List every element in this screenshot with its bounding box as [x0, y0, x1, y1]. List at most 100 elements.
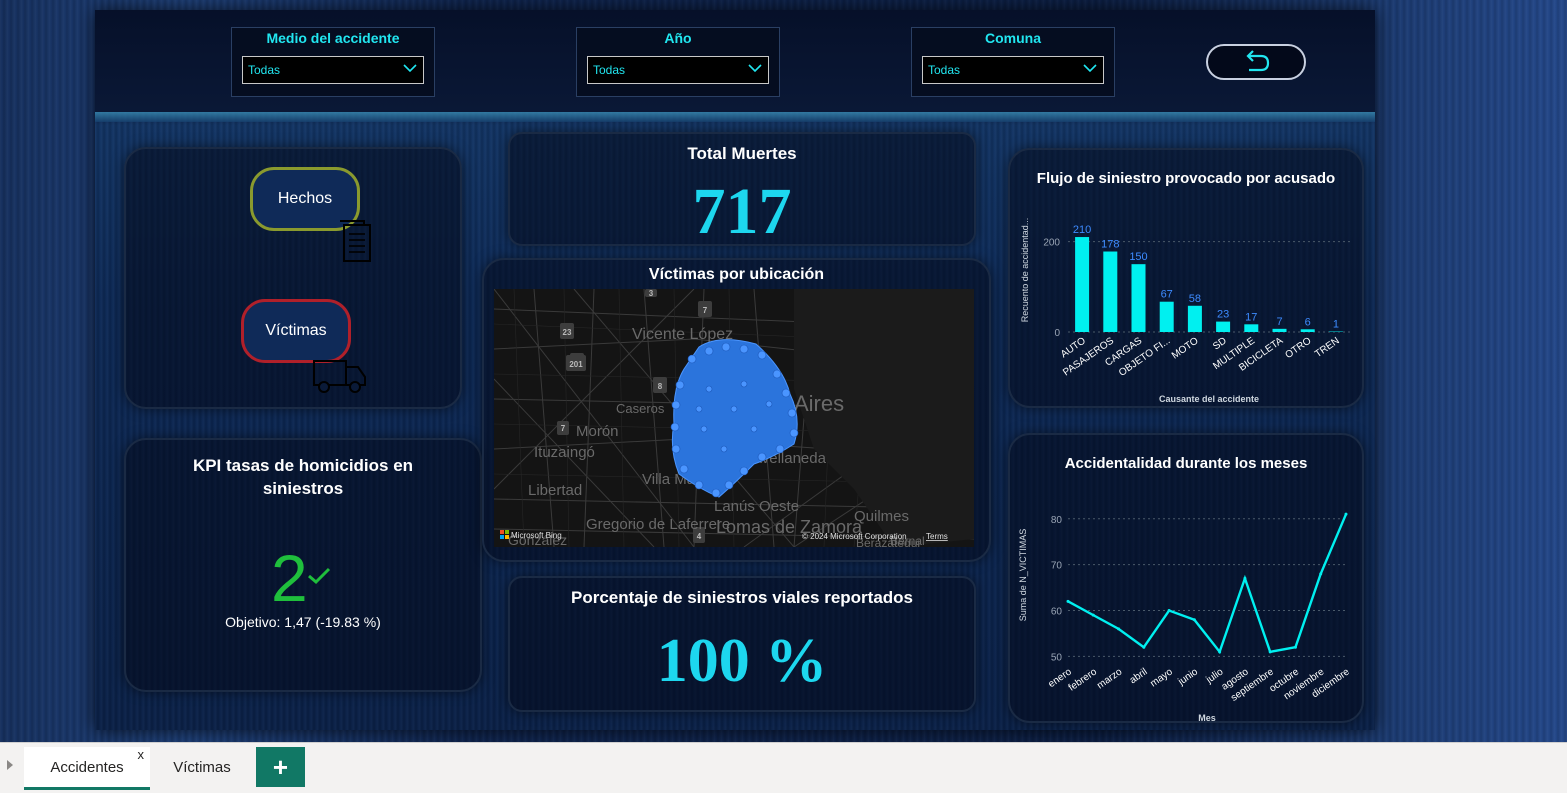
map-copyright: © 2024 Microsoft Corporation — [802, 532, 907, 541]
slicer-medio-accidente: Medio del accidente Todas — [231, 27, 435, 97]
map-terms-link[interactable]: Terms — [926, 532, 948, 541]
check-icon — [306, 566, 332, 586]
ambulance-icon — [310, 355, 368, 395]
route-badge: 23 — [563, 328, 572, 337]
data-point — [1067, 600, 1070, 603]
slicer-dropdown[interactable]: Todas — [242, 56, 424, 84]
data-point — [1294, 646, 1297, 649]
close-tab-icon[interactable]: x — [138, 747, 145, 762]
bar-data-label: 7 — [1276, 316, 1282, 328]
data-point — [1269, 650, 1272, 653]
x-tick-label: febrero — [1067, 666, 1100, 693]
porcentaje-title: Porcentaje de siniestros viales reportad… — [510, 588, 974, 608]
route-badge: 4 — [697, 532, 702, 541]
bar — [1075, 237, 1089, 332]
map-label: Aires — [794, 391, 844, 416]
line-chart[interactable]: 50607080enerofebreromarzoabrilmayojunioj… — [1010, 435, 1362, 721]
bar-data-label: 150 — [1129, 251, 1147, 263]
slicer-value: Todas — [248, 63, 280, 77]
document-icon — [338, 219, 374, 265]
chevron-down-icon — [747, 60, 763, 76]
x-tick-label: OTRO — [1283, 335, 1313, 361]
kpi-value: 2 — [271, 540, 308, 616]
bar-chart[interactable]: 0200210AUTO178PASAJEROS150CARGAS67OBJETO… — [1010, 150, 1362, 406]
slicer-dropdown[interactable]: Todas — [922, 56, 1104, 84]
bar-chart-card: Flujo de siniestro provocado por acusado… — [1008, 148, 1364, 408]
victims-map[interactable]: 3 7 23 201 8 7 4 Vicente López Aires Cas… — [494, 289, 974, 547]
route-badge: 201 — [569, 360, 583, 369]
scroll-left-icon[interactable] — [6, 759, 14, 771]
back-button[interactable] — [1206, 44, 1306, 80]
route-badge: 7 — [561, 424, 566, 433]
total-muertes-value: 717 — [510, 174, 974, 250]
data-point — [1345, 513, 1348, 516]
map-label: Gregorio de Laferrere — [586, 516, 730, 533]
map-title: Víctimas por ubicación — [484, 266, 989, 284]
kpi-target: Objetivo: 1,47 (-19.83 %) — [126, 614, 480, 630]
slicer-value: Todas — [928, 63, 960, 77]
line-chart-card: Accidentalidad durante los meses 5060708… — [1008, 433, 1364, 723]
back-arrow-icon — [1208, 46, 1304, 78]
bar — [1103, 252, 1117, 332]
slicer-title: Comuna — [912, 30, 1114, 46]
kpi-homicidios-card: KPI tasas de homicidios en siniestros 2 … — [124, 438, 482, 692]
bar-data-label: 17 — [1245, 311, 1257, 323]
slicer-title: Medio del accidente — [232, 30, 434, 46]
map-label: Libertad — [528, 482, 582, 499]
y-tick-label: 80 — [1051, 515, 1063, 526]
chevron-down-icon — [402, 60, 418, 76]
map-label: Ituzaingó — [534, 444, 595, 461]
bar-data-label: 210 — [1073, 224, 1091, 236]
map-brand: Microsoft Bing — [511, 531, 562, 540]
map-label: Caseros — [616, 401, 665, 416]
bar-data-label: 23 — [1217, 309, 1229, 321]
bar — [1132, 264, 1146, 332]
y-tick-label: 50 — [1051, 652, 1063, 663]
bar — [1188, 306, 1202, 332]
data-point — [1168, 609, 1171, 612]
data-point — [1092, 614, 1095, 617]
series-line — [1068, 514, 1346, 652]
tab-label: Víctimas — [173, 759, 231, 776]
x-tick-label: MOTO — [1170, 335, 1201, 361]
bar — [1216, 322, 1230, 332]
y-tick-label: 60 — [1051, 607, 1063, 618]
y-axis-title: Suma de N_VICTIMAS — [1018, 529, 1028, 622]
slicer-value: Todas — [593, 63, 625, 77]
data-point — [1193, 618, 1196, 621]
x-tick-label: marzo — [1095, 666, 1124, 691]
add-page-button[interactable]: + — [256, 747, 305, 787]
bar — [1244, 324, 1258, 332]
filter-bar-divider — [95, 112, 1375, 122]
map-label: Quilmes — [854, 508, 909, 525]
total-muertes-title: Total Muertes — [510, 144, 974, 164]
x-axis-title: Mes — [1198, 713, 1216, 721]
x-tick-label: TREN — [1313, 335, 1342, 360]
bar — [1273, 329, 1287, 332]
x-tick-label: abril — [1128, 666, 1150, 686]
tab-victimas[interactable]: Víctimas — [150, 747, 254, 787]
bar-data-label: 1 — [1333, 319, 1339, 331]
bar-data-label: 67 — [1161, 289, 1173, 301]
y-axis-title: Recuento de accidentad... — [1020, 218, 1030, 323]
porcentaje-card: Porcentaje de siniestros viales reportad… — [508, 576, 976, 712]
total-muertes-card: Total Muertes 717 — [508, 132, 976, 246]
slicer-comuna: Comuna Todas — [911, 27, 1115, 97]
y-tick-label: 200 — [1043, 238, 1060, 249]
hechos-label: Hechos — [278, 190, 332, 208]
tab-label: Accidentes — [50, 759, 123, 776]
slicer-title: Año — [577, 30, 779, 46]
data-point — [1218, 650, 1221, 653]
navigation-card: Hechos Víctimas — [124, 147, 462, 409]
x-tick-label: SD — [1211, 335, 1229, 352]
slicer-anio: Año Todas — [576, 27, 780, 97]
bar-data-label: 6 — [1305, 316, 1311, 328]
kpi-title: KPI tasas de homicidios en siniestros — [126, 454, 480, 500]
victimas-button[interactable]: Víctimas — [241, 299, 351, 363]
slicer-dropdown[interactable]: Todas — [587, 56, 769, 84]
tab-accidentes[interactable]: Accidentes x — [24, 747, 150, 790]
route-badge: 8 — [658, 382, 663, 391]
data-point — [1319, 572, 1322, 575]
data-point — [1243, 577, 1246, 580]
page-tab-bar: Accidentes x Víctimas + — [0, 742, 1567, 793]
